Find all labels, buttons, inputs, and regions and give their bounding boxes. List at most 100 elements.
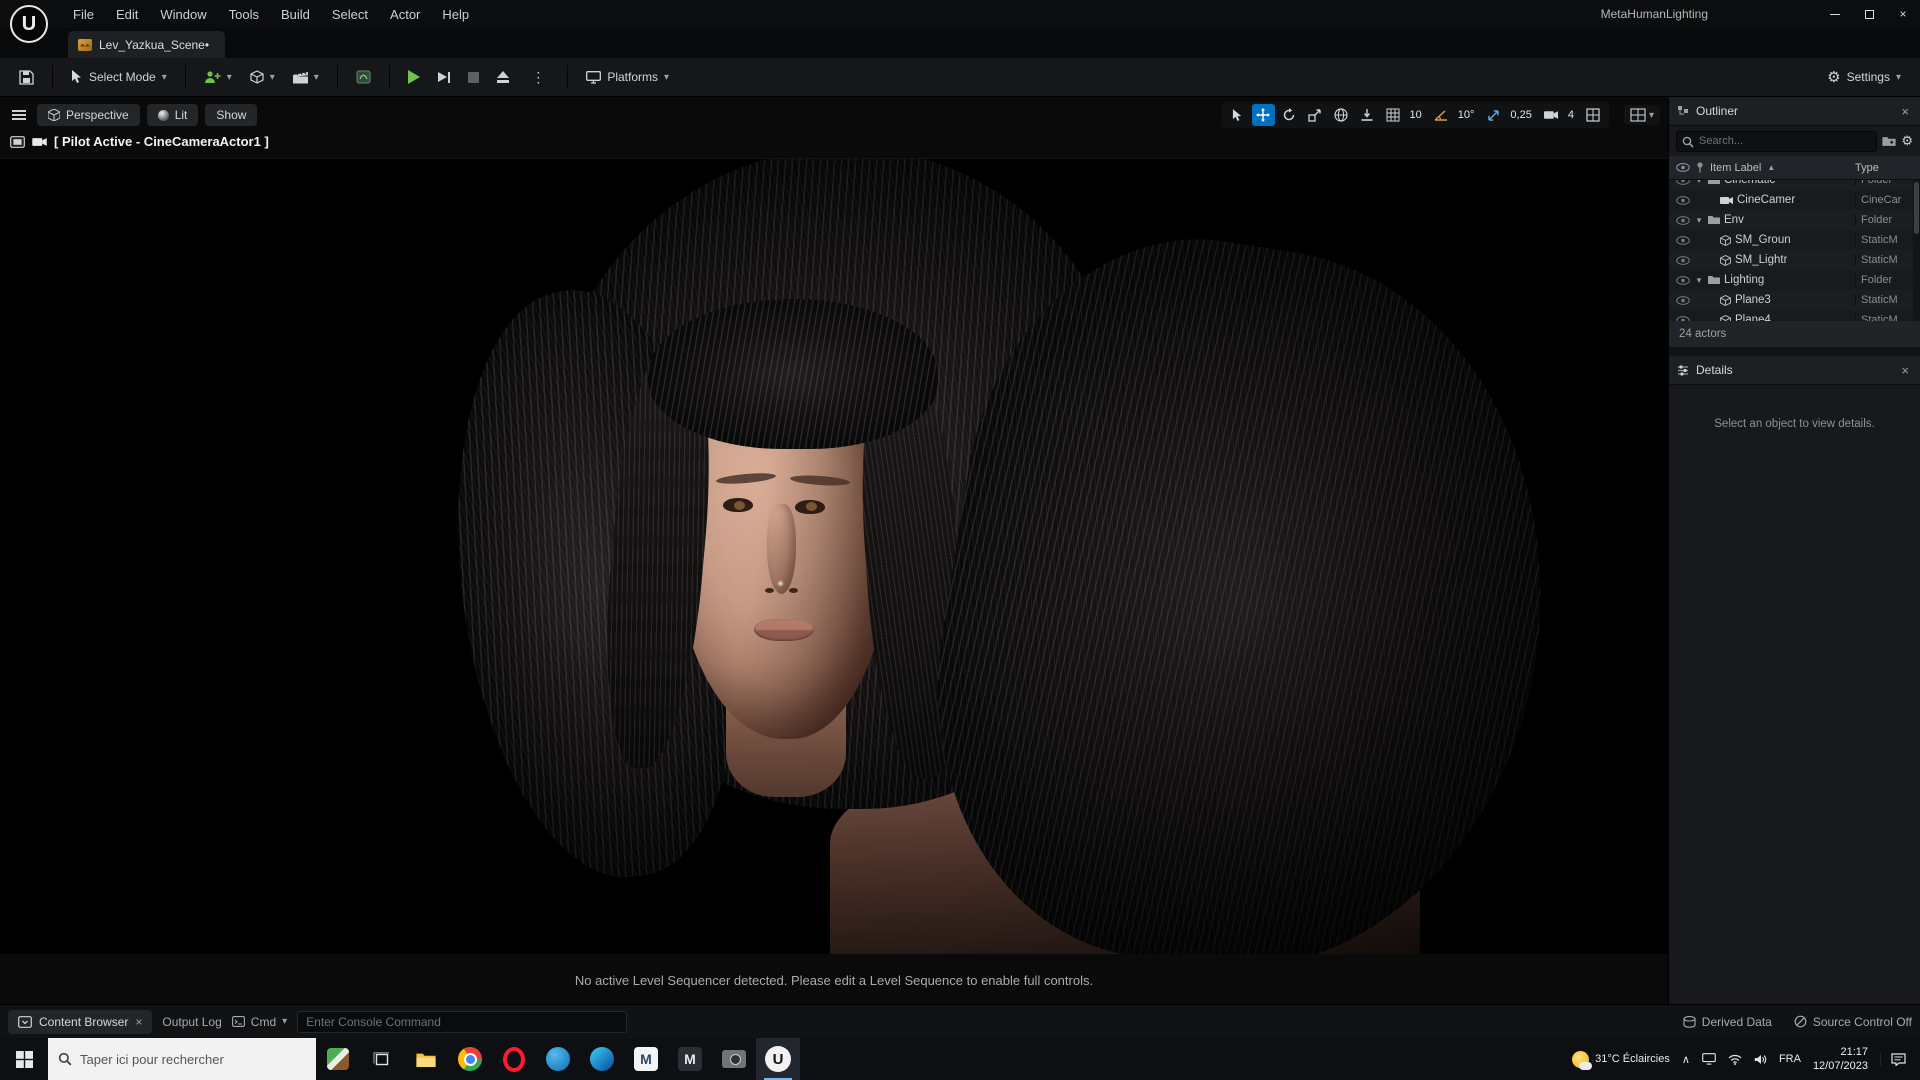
language-indicator[interactable]: FRA (1779, 1038, 1801, 1080)
visibility-eye-icon[interactable] (1676, 215, 1690, 225)
details-header[interactable]: Details × (1669, 356, 1920, 385)
level-tab[interactable]: Lev_Yazkua_Scene• (68, 31, 226, 58)
camera-speed-value[interactable]: 4 (1566, 109, 1579, 121)
opera-button[interactable] (492, 1038, 536, 1080)
outliner-row-cinematic[interactable]: ▾ Cinematic Folder (1669, 180, 1920, 190)
maximize-button[interactable] (1852, 0, 1886, 28)
content-browser-tab[interactable]: Content Browser × (8, 1009, 153, 1034)
visibility-eye-icon[interactable] (1676, 235, 1690, 245)
play-button[interactable] (401, 65, 427, 89)
expander-icon[interactable]: ▾ (1694, 180, 1704, 186)
viewport-render[interactable] (0, 158, 1668, 954)
move-tool[interactable] (1251, 104, 1275, 126)
source-control-button[interactable]: Source Control Off (1794, 1015, 1912, 1029)
outliner-row-sm-light[interactable]: SM_Lightr StaticM (1669, 250, 1920, 270)
eject-button[interactable] (490, 66, 516, 88)
create-folder-icon[interactable] (1882, 136, 1896, 147)
maximize-viewport-button[interactable] (1582, 104, 1605, 126)
column-type[interactable]: Type (1855, 162, 1913, 174)
menu-tools[interactable]: Tools (218, 0, 270, 28)
chrome-button[interactable] (448, 1038, 492, 1080)
minimize-button[interactable] (1818, 0, 1852, 28)
grid-snap-value[interactable]: 10 (1408, 109, 1427, 121)
outliner-row-cinecamera[interactable]: CineCamer CineCar (1669, 190, 1920, 210)
lit-dropdown[interactable]: Lit (146, 104, 199, 126)
camera-speed-button[interactable] (1540, 104, 1563, 126)
close-button[interactable]: × (1886, 0, 1920, 28)
column-item-label[interactable]: Item Label (1710, 162, 1761, 174)
outliner-scrollbar[interactable] (1913, 180, 1920, 321)
viewport-layout-dropdown[interactable]: ▾ (1623, 105, 1660, 125)
pinned-app-button[interactable] (316, 1038, 360, 1080)
outliner-row-plane4[interactable]: Plane4 StaticM (1669, 310, 1920, 321)
rotate-tool[interactable] (1278, 104, 1301, 126)
m-app-dark-button[interactable]: M (668, 1038, 712, 1080)
expander-icon[interactable]: ▾ (1694, 275, 1704, 286)
visibility-eye-icon[interactable] (1676, 255, 1690, 265)
pin-column-icon[interactable] (1696, 162, 1704, 173)
visibility-eye-icon[interactable] (1676, 315, 1690, 322)
visibility-eye-icon[interactable] (1676, 195, 1690, 205)
tray-display-button[interactable] (1702, 1038, 1716, 1080)
rotation-snap-toggle[interactable] (1430, 104, 1453, 126)
details-close-button[interactable]: × (1898, 363, 1912, 378)
cinematics-dropdown[interactable]: ▾ (286, 66, 326, 89)
outliner-settings-icon[interactable]: ⚙ (1901, 133, 1913, 149)
platforms-dropdown[interactable]: Platforms ▾ (579, 65, 676, 89)
outliner-row-lighting[interactable]: ▾ Lighting Folder (1669, 270, 1920, 290)
select-mode-dropdown[interactable]: Select Mode ▾ (64, 65, 174, 89)
output-log-tab[interactable]: Output Log (162, 1015, 221, 1029)
m-app-light-button[interactable]: M (624, 1038, 668, 1080)
scale-snap-toggle[interactable] (1482, 104, 1505, 126)
visibility-eye-icon[interactable] (1676, 275, 1690, 285)
save-button[interactable] (12, 65, 41, 90)
outliner-row-env[interactable]: ▾ Env Folder (1669, 210, 1920, 230)
toolbar-extra-button[interactable] (349, 65, 378, 89)
surface-snap-toggle[interactable] (1356, 104, 1379, 126)
rotation-snap-value[interactable]: 10° (1456, 109, 1480, 121)
blueprints-dropdown[interactable]: ▾ (243, 65, 282, 89)
grid-snap-toggle[interactable] (1382, 104, 1405, 126)
outliner-row-plane3[interactable]: Plane3 StaticM (1669, 290, 1920, 310)
console-command-input[interactable] (297, 1010, 628, 1033)
play-options-button[interactable]: ⋮ (520, 64, 556, 91)
world-local-toggle[interactable] (1330, 104, 1353, 126)
add-actor-dropdown[interactable]: ▾ (197, 65, 239, 89)
tray-volume-button[interactable] (1754, 1038, 1767, 1080)
expander-icon[interactable]: ▾ (1694, 215, 1704, 226)
start-button[interactable] (0, 1038, 48, 1080)
menu-window[interactable]: Window (149, 0, 217, 28)
visibility-column-icon[interactable] (1676, 163, 1690, 172)
skip-next-button[interactable] (431, 67, 458, 88)
blue-app-button[interactable] (536, 1038, 580, 1080)
task-view-button[interactable] (360, 1038, 404, 1080)
outliner-header[interactable]: Outliner × (1669, 97, 1920, 126)
viewport-menu-button[interactable] (8, 105, 30, 125)
show-dropdown[interactable]: Show (205, 104, 258, 126)
menu-actor[interactable]: Actor (379, 0, 431, 28)
tray-expand-button[interactable]: ∧ (1682, 1038, 1690, 1080)
settings-dropdown[interactable]: ⚙ Settings ▾ (1820, 63, 1908, 91)
cmd-dropdown[interactable]: Cmd ▾ (231, 1015, 287, 1029)
stop-button[interactable] (461, 67, 486, 88)
menu-file[interactable]: File (62, 0, 105, 28)
outliner-close-button[interactable]: × (1898, 104, 1912, 119)
visibility-eye-icon[interactable] (1676, 295, 1690, 305)
unreal-engine-app-button[interactable]: U (756, 1038, 800, 1080)
edge-button[interactable] (580, 1038, 624, 1080)
visibility-eye-icon[interactable] (1676, 180, 1690, 185)
panel-splitter[interactable] (1669, 347, 1920, 356)
tray-network-button[interactable] (1728, 1038, 1742, 1080)
action-center-button[interactable] (1880, 1052, 1916, 1066)
select-tool[interactable] (1226, 104, 1249, 126)
outliner-row-sm-ground[interactable]: SM_Groun StaticM (1669, 230, 1920, 250)
level-viewport[interactable]: Perspective Lit Show 10 10° 0,25 4 ▾ [P… (0, 97, 1668, 1004)
menu-help[interactable]: Help (431, 0, 480, 28)
screenshot-tool-button[interactable] (712, 1038, 756, 1080)
scale-snap-value[interactable]: 0,25 (1508, 109, 1536, 121)
content-browser-close-icon[interactable]: × (135, 1015, 142, 1029)
derived-data-button[interactable]: Derived Data (1683, 1015, 1772, 1029)
menu-select[interactable]: Select (321, 0, 379, 28)
menu-edit[interactable]: Edit (105, 0, 149, 28)
menu-build[interactable]: Build (270, 0, 321, 28)
